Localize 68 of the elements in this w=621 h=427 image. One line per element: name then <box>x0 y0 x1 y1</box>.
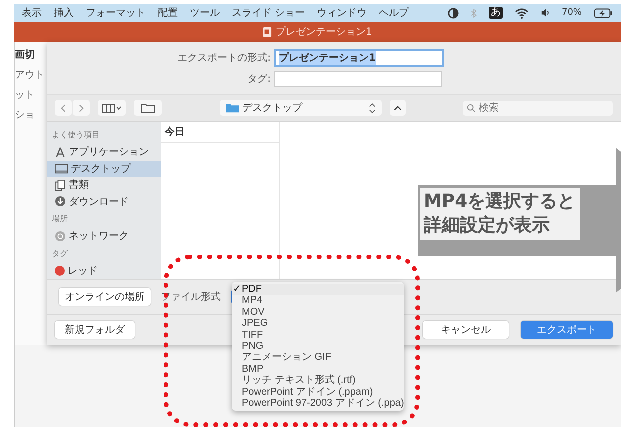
chevron-right-icon <box>79 104 84 112</box>
columns-icon <box>102 104 122 112</box>
column-header: 今日 <box>161 122 279 143</box>
sidebar-item[interactable]: 書類 <box>47 177 161 194</box>
new-folder-button[interactable] <box>134 100 162 116</box>
sidebar-label: ット <box>15 89 36 102</box>
view-button[interactable] <box>98 100 126 116</box>
menu-item[interactable]: PowerPoint アドイン (.ppam) <box>242 386 374 398</box>
menu-item[interactable]: スライド ショー <box>232 6 306 20</box>
sidebar-item[interactable]: デスクトップ <box>47 160 161 177</box>
download-icon <box>55 196 66 208</box>
document-icon <box>262 26 272 38</box>
document-icon <box>55 180 66 191</box>
cancel-button[interactable]: キャンセル <box>423 321 509 339</box>
chevron-left-icon <box>61 104 66 112</box>
menu-item[interactable]: ヘルプ <box>379 6 410 20</box>
menu-item[interactable]: PowerPoint 97-2003 アドイン (.ppa) <box>242 398 404 410</box>
menu-item[interactable]: アニメーション GIF <box>242 352 332 364</box>
sidebar-section-header: タグ <box>50 248 69 260</box>
wifi-icon[interactable] <box>514 8 529 18</box>
field-label: タグ: <box>246 73 271 86</box>
sidebar-item[interactable]: レッド <box>47 262 161 279</box>
sidebar-label: 画切 <box>15 48 36 62</box>
menu-item[interactable]: JPEG <box>242 318 268 330</box>
sidebar-item[interactable]: ダウンロード <box>47 194 161 210</box>
folder-icon <box>141 103 155 113</box>
export-button[interactable]: エクスポート <box>521 321 613 339</box>
search-field[interactable]: 検索 <box>463 100 613 116</box>
menu-item[interactable]: 配置 <box>158 6 178 20</box>
menu-item[interactable]: PNG <box>242 340 264 352</box>
input-method-indicator[interactable]: あ <box>488 7 503 19</box>
checkmark: ✓ <box>232 284 242 296</box>
tag-field[interactable] <box>274 71 442 87</box>
sidebar-section-header: よく使う項目 <box>50 130 101 142</box>
expand-button[interactable] <box>390 100 406 116</box>
menu-item[interactable]: BMP <box>242 364 264 376</box>
chevron-up-icon <box>394 106 402 110</box>
battery-percent: 70% <box>562 8 582 18</box>
window-title: プレゼンテーション1 <box>276 26 372 39</box>
menu-item[interactable]: MOV <box>242 306 265 318</box>
folder-icon <box>226 103 238 113</box>
menu-item[interactable]: フォーマット <box>86 6 146 20</box>
menu-item[interactable]: PDF <box>242 284 262 296</box>
up-down-chevron-icon <box>368 102 376 114</box>
sidebar-label: ショ <box>15 109 36 122</box>
menu-item[interactable]: TIFF <box>242 330 264 341</box>
menu-item[interactable]: 表示 <box>22 6 42 20</box>
sidebar-item[interactable]: ネットワーク <box>47 228 161 244</box>
menu-item[interactable]: ウィンドウ <box>317 6 368 20</box>
circle-icon[interactable] <box>448 8 459 18</box>
battery-charging-icon[interactable] <box>594 8 613 18</box>
callout-text: MP4を選択すると 詳細設定が表示 <box>420 188 580 240</box>
new-folder-button[interactable]: 新規フォルダ <box>55 321 135 339</box>
sidebar-label: アウト <box>15 69 46 82</box>
search-icon <box>467 104 476 112</box>
online-locations-button[interactable]: オンラインの場所 <box>59 288 151 306</box>
filename-field[interactable]: プレゼンテーション1 <box>274 49 444 67</box>
sidebar-section-header: 場所 <box>50 214 69 226</box>
menu-item[interactable]: 挿入 <box>54 6 74 20</box>
display-icon <box>55 164 68 174</box>
sidebar-item[interactable]: アプリケーション <box>47 144 161 160</box>
speaker-icon[interactable] <box>540 8 550 18</box>
compass-icon <box>55 146 66 158</box>
menu-item[interactable]: ツール <box>190 6 220 20</box>
location-popup[interactable]: デスクトップ <box>220 100 382 116</box>
menu-item[interactable]: リッチ テキスト形式 (.rtf) <box>242 375 356 387</box>
menu-item[interactable]: MP4 <box>242 295 263 307</box>
field-label: エクスポートの形式: <box>177 52 271 65</box>
